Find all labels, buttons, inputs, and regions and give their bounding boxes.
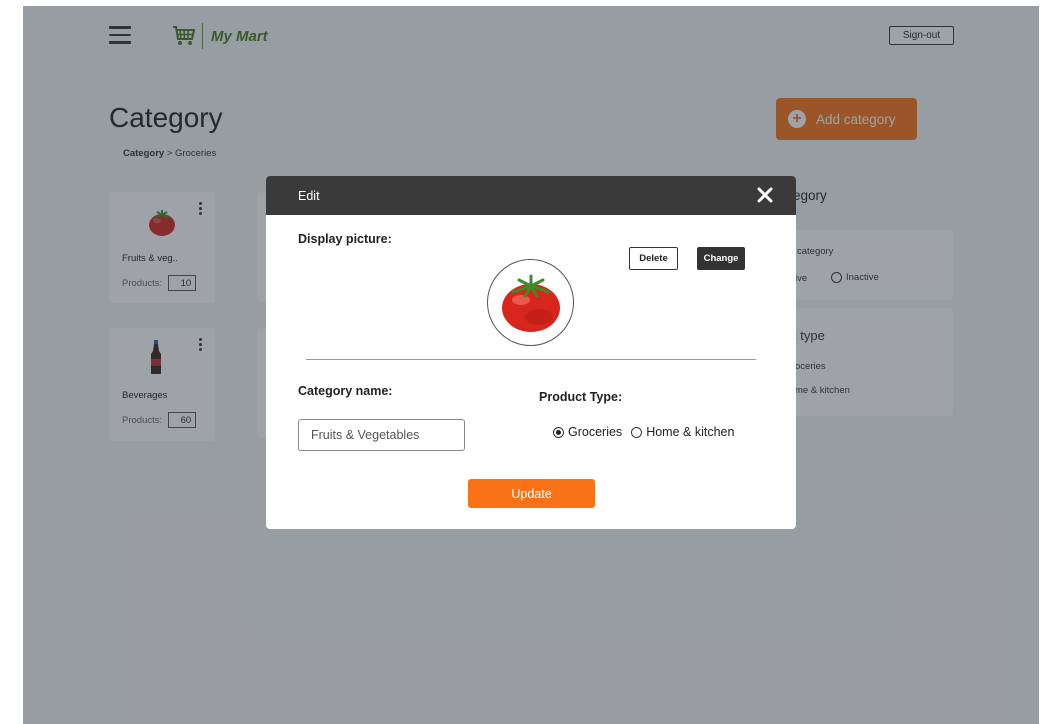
category-name-input[interactable]: Fruits & Vegetables: [298, 419, 465, 451]
display-picture-label: Display picture:: [298, 232, 392, 246]
divider: [306, 359, 756, 360]
app-frame: My Mart Sign-out Category Category > Gro…: [23, 6, 1039, 724]
groceries-label[interactable]: Groceries: [568, 425, 622, 439]
category-name-label: Category name:: [298, 384, 393, 398]
dialog-title: Edit: [298, 188, 320, 203]
close-icon[interactable]: [756, 186, 774, 204]
display-picture: [487, 259, 574, 346]
edit-dialog: Edit Display picture: Delete Change Cate…: [266, 176, 796, 529]
product-type-label: Product Type:: [539, 390, 623, 404]
category-page: My Mart Sign-out Category Category > Gro…: [23, 6, 1039, 724]
change-button[interactable]: Change: [697, 247, 745, 270]
product-type-radio-group: Groceries Home & kitchen: [553, 425, 734, 439]
dialog-header: Edit: [266, 176, 796, 215]
tomato-icon: [501, 274, 560, 332]
home-kitchen-label[interactable]: Home & kitchen: [646, 425, 734, 439]
update-button[interactable]: Update: [468, 479, 595, 508]
groceries-radio[interactable]: [553, 426, 564, 438]
home-kitchen-radio[interactable]: [631, 426, 643, 438]
delete-button[interactable]: Delete: [629, 247, 678, 270]
